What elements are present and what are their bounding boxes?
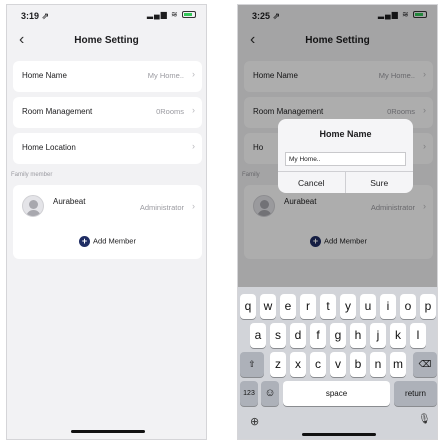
- key-d[interactable]: d: [290, 323, 306, 348]
- key-s[interactable]: s: [270, 323, 286, 348]
- home-name-input[interactable]: [285, 152, 406, 166]
- chevron-right-icon: ›: [192, 141, 195, 151]
- keyboard-row-3: ⇧ z x c v b n m ⌫: [238, 352, 437, 378]
- dialog-title: Home Name: [319, 129, 372, 139]
- key-u[interactable]: u: [360, 294, 376, 319]
- microphone-icon[interactable]: 🎙: [418, 414, 431, 425]
- chevron-right-icon: ›: [192, 105, 195, 115]
- room-management-label: Room Management: [22, 107, 93, 116]
- key-c[interactable]: c: [310, 352, 326, 377]
- key-l[interactable]: l: [410, 323, 426, 348]
- keyboard: q w e r t y u i o p a s d f g h j k l ⇧ …: [238, 287, 437, 439]
- home-indicator: [302, 433, 376, 436]
- sure-button[interactable]: Sure: [345, 171, 413, 193]
- shift-icon[interactable]: ⇧: [240, 352, 264, 377]
- keyboard-row-1: q w e r t y u i o p: [238, 294, 437, 320]
- key-r[interactable]: r: [300, 294, 316, 319]
- key-e[interactable]: e: [280, 294, 296, 319]
- chevron-right-icon: ›: [192, 69, 195, 79]
- room-management-row[interactable]: Room Management 0Rooms ›: [13, 97, 202, 128]
- key-z[interactable]: z: [270, 352, 286, 377]
- chevron-right-icon: ›: [192, 201, 195, 211]
- key-m[interactable]: m: [390, 352, 406, 377]
- page-title: Home Setting: [74, 35, 139, 46]
- key-o[interactable]: o: [400, 294, 416, 319]
- keyboard-row-4: 123 ☺ space return: [238, 381, 437, 407]
- key-g[interactable]: g: [330, 323, 346, 348]
- key-t[interactable]: t: [320, 294, 336, 319]
- family-member-section-label: Family member: [11, 172, 53, 178]
- member-role: Administrator: [139, 203, 184, 212]
- nav-bar: ‹ Home Setting: [7, 29, 206, 55]
- return-key[interactable]: return: [394, 381, 437, 406]
- add-member-label: Add Member: [93, 236, 136, 246]
- key-j[interactable]: j: [370, 323, 386, 348]
- status-bar: 3:19 ⇗ ▂▄▆ ≋: [7, 5, 206, 27]
- key-f[interactable]: f: [310, 323, 326, 348]
- status-icons: ▂▄▆ ≋: [147, 10, 196, 19]
- delete-icon[interactable]: ⌫: [413, 352, 437, 377]
- key-h[interactable]: h: [350, 323, 366, 348]
- key-b[interactable]: b: [350, 352, 366, 377]
- key-w[interactable]: w: [260, 294, 276, 319]
- emoji-icon[interactable]: ☺: [261, 381, 279, 406]
- member-name: Aurabeat: [53, 197, 86, 206]
- room-count-value: 0Rooms: [156, 107, 184, 116]
- family-member-card: Aurabeat Administrator › + Add Member: [13, 185, 202, 259]
- key-p[interactable]: p: [420, 294, 436, 319]
- key-y[interactable]: y: [340, 294, 356, 319]
- home-name-row[interactable]: Home Name My Home.. ›: [13, 61, 202, 92]
- home-name-dialog: Home Name Cancel Sure: [278, 119, 413, 193]
- home-location-label: Home Location: [22, 143, 76, 152]
- key-v[interactable]: v: [330, 352, 346, 377]
- key-q[interactable]: q: [240, 294, 256, 319]
- numbers-key[interactable]: 123: [240, 381, 258, 406]
- avatar: [22, 195, 44, 217]
- signal-wifi-icons: ▂▄▆ ≋: [146, 10, 179, 19]
- key-i[interactable]: i: [380, 294, 396, 319]
- keyboard-row-2: a s d f g h j k l: [238, 323, 437, 349]
- plus-icon: +: [79, 236, 91, 247]
- home-setting-screen: 3:19 ⇗ ▂▄▆ ≋ ‹ Home Setting Home Name My…: [6, 4, 207, 440]
- key-n[interactable]: n: [370, 352, 386, 377]
- globe-icon[interactable]: ⊕: [250, 415, 259, 428]
- battery-icon: [182, 11, 196, 18]
- home-setting-dialog-screen: 3:25 ⇗ ▂▄▆ ≋ ‹ Home Setting Home Name My…: [237, 4, 438, 440]
- key-k[interactable]: k: [390, 323, 406, 348]
- cancel-button[interactable]: Cancel: [278, 171, 346, 193]
- add-member-button[interactable]: + Add Member: [13, 236, 202, 247]
- home-location-row[interactable]: Home Location ›: [13, 133, 202, 164]
- home-name-value: My Home..: [147, 71, 184, 80]
- home-indicator: [71, 430, 145, 433]
- member-row[interactable]: Aurabeat Administrator ›: [13, 185, 202, 227]
- status-time: 3:19 ⇗: [21, 11, 50, 21]
- key-x[interactable]: x: [290, 352, 306, 377]
- space-key[interactable]: space: [283, 381, 390, 406]
- key-a[interactable]: a: [250, 323, 266, 348]
- home-name-label: Home Name: [22, 71, 67, 80]
